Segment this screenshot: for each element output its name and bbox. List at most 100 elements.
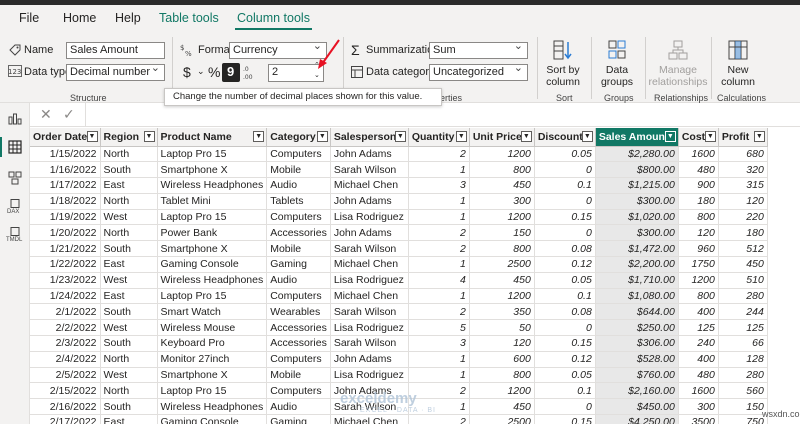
table-cell[interactable]: East: [100, 288, 158, 305]
table-cell[interactable]: Laptop Pro 15: [157, 146, 268, 163]
table-cell[interactable]: 600: [469, 351, 535, 368]
table-cell[interactable]: Mobile: [266, 240, 331, 258]
table-cell[interactable]: Smartphone X: [157, 161, 268, 179]
currency-dropdown-icon[interactable]: ⌄: [197, 66, 205, 77]
table-cell[interactable]: Laptop Pro 15: [157, 209, 268, 226]
name-input[interactable]: Sales Amount: [66, 42, 165, 59]
percent-button[interactable]: %: [208, 64, 220, 80]
table-cell[interactable]: 1/16/2022: [30, 161, 101, 179]
filter-dropdown-icon[interactable]: ▼: [753, 131, 765, 142]
table-cell[interactable]: 450: [469, 398, 535, 416]
table-cell[interactable]: 750: [718, 414, 768, 424]
filter-dropdown-icon[interactable]: ▼: [664, 131, 676, 142]
table-cell[interactable]: 280: [718, 367, 768, 384]
table-cell[interactable]: West: [100, 319, 158, 337]
table-cell[interactable]: 0.08: [534, 303, 596, 321]
filter-dropdown-icon[interactable]: ▼: [704, 131, 716, 142]
table-cell[interactable]: John Adams: [330, 146, 409, 163]
table-cell[interactable]: 50: [469, 319, 535, 337]
table-cell[interactable]: 560: [718, 382, 768, 400]
table-cell[interactable]: Michael Chen: [330, 288, 409, 305]
table-cell[interactable]: South: [100, 335, 158, 352]
table-cell[interactable]: Wireless Mouse: [157, 319, 268, 337]
table-cell[interactable]: 2/15/2022: [30, 382, 101, 400]
table-cell[interactable]: John Adams: [330, 193, 409, 210]
table-cell[interactable]: 120: [469, 335, 535, 352]
column-header[interactable]: Profit ▼: [718, 128, 768, 147]
table-cell[interactable]: North: [100, 351, 158, 368]
table-cell[interactable]: 315: [718, 177, 768, 194]
table-cell[interactable]: West: [100, 209, 158, 226]
table-cell[interactable]: 1/21/2022: [30, 240, 101, 258]
table-cell[interactable]: 320: [718, 161, 768, 179]
table-cell[interactable]: 1: [408, 367, 470, 384]
table-cell[interactable]: 480: [678, 161, 719, 179]
table-cell[interactable]: 4: [408, 272, 470, 289]
table-cell[interactable]: Mobile: [266, 367, 331, 384]
table-cell[interactable]: Audio: [266, 177, 331, 194]
table-cell[interactable]: 1/20/2022: [30, 224, 101, 242]
table-cell[interactable]: 0.15: [534, 209, 596, 226]
table-cell[interactable]: 180: [718, 224, 768, 242]
table-cell[interactable]: 120: [678, 224, 719, 242]
table-cell[interactable]: 800: [469, 240, 535, 258]
table-cell[interactable]: Lisa Rodriguez: [330, 272, 409, 289]
tab-table-tools[interactable]: Table tools: [157, 10, 221, 30]
column-header[interactable]: Order Date ▼: [30, 128, 101, 147]
table-cell[interactable]: Michael Chen: [330, 177, 409, 194]
table-cell[interactable]: 244: [718, 303, 768, 321]
table-cell[interactable]: 125: [678, 319, 719, 337]
tab-file[interactable]: File: [17, 10, 41, 30]
column-header[interactable]: Discount ▼: [534, 128, 596, 147]
table-cell[interactable]: 0: [534, 398, 596, 416]
table-cell[interactable]: Computers: [266, 351, 331, 368]
table-cell[interactable]: Accessories: [266, 335, 331, 352]
table-cell[interactable]: $800.00: [595, 161, 679, 179]
table-cell[interactable]: $1,020.00: [595, 209, 679, 226]
table-cell[interactable]: 2/1/2022: [30, 303, 101, 321]
table-cell[interactable]: 450: [469, 177, 535, 194]
datatype-select[interactable]: Decimal number: [66, 64, 165, 81]
table-cell[interactable]: $306.00: [595, 335, 679, 352]
table-cell[interactable]: Accessories: [266, 224, 331, 242]
column-header[interactable]: Quantity ▼: [408, 128, 470, 147]
table-cell[interactable]: North: [100, 193, 158, 210]
table-cell[interactable]: 3: [408, 177, 470, 194]
table-cell[interactable]: 450: [718, 256, 768, 273]
table-cell[interactable]: Laptop Pro 15: [157, 382, 268, 400]
table-cell[interactable]: 1200: [469, 146, 535, 163]
table-cell[interactable]: 150: [469, 224, 535, 242]
table-cell[interactable]: 1750: [678, 256, 719, 273]
report-view-icon[interactable]: [8, 111, 22, 125]
table-cell[interactable]: North: [100, 224, 158, 242]
table-cell[interactable]: Computers: [266, 288, 331, 305]
table-cell[interactable]: 66: [718, 335, 768, 352]
table-cell[interactable]: Smart Watch: [157, 303, 268, 321]
table-cell[interactable]: 960: [678, 240, 719, 258]
table-cell[interactable]: 2: [408, 146, 470, 163]
table-cell[interactable]: 0: [534, 319, 596, 337]
sort-by-column-button[interactable]: Sort by column: [541, 39, 585, 88]
table-cell[interactable]: Tablets: [266, 193, 331, 210]
table-cell[interactable]: 2/3/2022: [30, 335, 101, 352]
table-cell[interactable]: $250.00: [595, 319, 679, 337]
table-cell[interactable]: 0: [534, 193, 596, 210]
column-header[interactable]: Cost ▼: [678, 128, 719, 147]
table-cell[interactable]: 240: [678, 335, 719, 352]
table-cell[interactable]: Audio: [266, 272, 331, 289]
table-cell[interactable]: Lisa Rodriguez: [330, 319, 409, 337]
table-cell[interactable]: 2500: [469, 414, 535, 424]
table-cell[interactable]: 900: [678, 177, 719, 194]
table-cell[interactable]: 0.15: [534, 335, 596, 352]
table-cell[interactable]: $1,710.00: [595, 272, 679, 289]
table-cell[interactable]: Sarah Wilson: [330, 240, 409, 258]
table-cell[interactable]: 1/15/2022: [30, 146, 101, 163]
table-cell[interactable]: 0.1: [534, 288, 596, 305]
table-cell[interactable]: Computers: [266, 382, 331, 400]
table-cell[interactable]: $2,280.00: [595, 146, 679, 163]
table-cell[interactable]: $2,160.00: [595, 382, 679, 400]
filter-dropdown-icon[interactable]: ▼: [455, 131, 467, 142]
table-cell[interactable]: Sarah Wilson: [330, 335, 409, 352]
table-cell[interactable]: 1200: [469, 209, 535, 226]
table-cell[interactable]: $2,200.00: [595, 256, 679, 273]
